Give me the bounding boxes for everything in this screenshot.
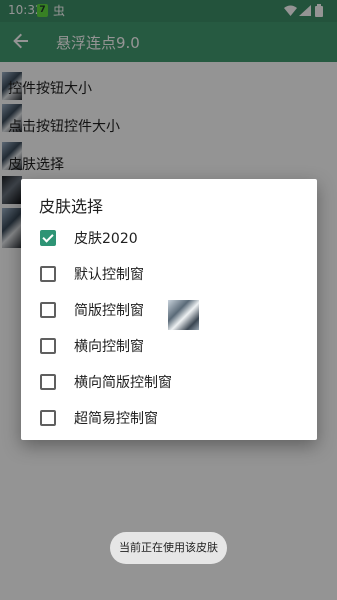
checkbox[interactable] bbox=[40, 374, 56, 390]
option-label: 皮肤2020 bbox=[74, 231, 138, 247]
dialog-title: 皮肤选择 bbox=[39, 197, 104, 216]
checkbox[interactable] bbox=[40, 302, 56, 318]
skin-selection-dialog: 皮肤选择 皮肤2020 默认控制窗 简版控制窗 横向控制窗 横向简版控制窗 超简… bbox=[21, 179, 317, 440]
option-ultra-simple-control-window[interactable]: 超简易控制窗 bbox=[21, 399, 317, 435]
toast-message: 当前正在使用该皮肤 bbox=[110, 532, 227, 564]
checkbox[interactable] bbox=[40, 410, 56, 426]
option-label: 默认控制窗 bbox=[74, 267, 144, 283]
checkbox[interactable] bbox=[40, 266, 56, 282]
checkbox[interactable] bbox=[40, 338, 56, 354]
option-label: 超简易控制窗 bbox=[74, 411, 158, 427]
option-horizontal-simple-control-window[interactable]: 横向简版控制窗 bbox=[21, 363, 317, 399]
option-default-control-window[interactable]: 默认控制窗 bbox=[21, 255, 317, 291]
option-label: 横向简版控制窗 bbox=[74, 375, 172, 391]
option-label: 横向控制窗 bbox=[74, 339, 144, 355]
checkbox-checked[interactable] bbox=[40, 230, 56, 246]
skin-preview-image bbox=[168, 300, 199, 330]
option-horizontal-control-window[interactable]: 横向控制窗 bbox=[21, 327, 317, 363]
option-label: 简版控制窗 bbox=[74, 303, 144, 319]
option-skin-2020[interactable]: 皮肤2020 bbox=[21, 219, 317, 255]
